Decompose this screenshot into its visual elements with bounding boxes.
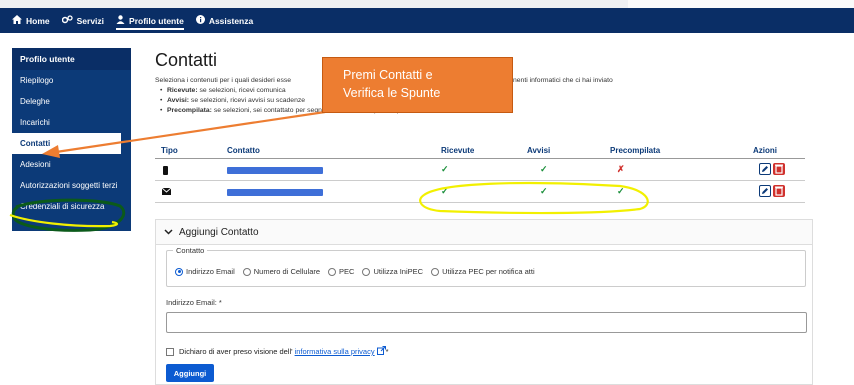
nav-profilo-utente[interactable]: Profilo utente [116, 8, 184, 33]
contact-value-redacted [227, 167, 323, 174]
radio-cellulare[interactable]: Numero di Cellulare [242, 267, 320, 276]
email-field-label: Indirizzo Email: * [166, 298, 222, 307]
pencil-icon [762, 188, 768, 194]
nav-servizi[interactable]: Servizi [61, 8, 105, 33]
mobile-phone-icon [163, 166, 168, 177]
table-row: ✓ ✓ ✓ [155, 181, 805, 203]
precompilata-check[interactable]: ✓ [617, 186, 625, 197]
trash-icon [775, 186, 783, 196]
top-navbar: Home Servizi Profilo utente Assistenza [0, 8, 854, 33]
sidebar-title: Profilo utente [12, 48, 131, 70]
intro-lead: Seleziona i contenuti per i quali deside… [155, 77, 292, 84]
info-icon [195, 15, 205, 26]
nav-assistenza-label: Assistenza [208, 15, 254, 26]
sidebar: Profilo utente Riepilogo Deleghe Incaric… [12, 48, 131, 231]
add-contact-panel: Aggiungi Contatto Contatto Indirizzo Ema… [155, 219, 813, 385]
email-field[interactable] [166, 312, 807, 333]
header-ricevute: Ricevute [441, 146, 475, 155]
nav-assistenza[interactable]: Assistenza [195, 8, 254, 33]
pencil-icon [762, 166, 768, 172]
header-avvisi: Avvisi [527, 146, 551, 155]
avvisi-check[interactable]: ✓ [540, 164, 548, 175]
radio-pec[interactable]: PEC [328, 267, 354, 276]
header-contatto: Contatto [227, 146, 260, 155]
nav-profilo-label: Profilo utente [129, 15, 184, 26]
table-header: Tipo Contatto Ricevute Avvisi Precompila… [155, 143, 805, 159]
privacy-text: Dichiaro di aver preso visione dell' [179, 347, 293, 356]
contact-type-radios: Indirizzo Email Numero di Cellulare PEC … [175, 267, 543, 276]
chevron-down-icon [164, 227, 173, 237]
radio-icon [362, 267, 371, 276]
services-icon [61, 15, 73, 26]
contact-type-legend: Contatto [173, 246, 208, 255]
radio-email[interactable]: Indirizzo Email [175, 267, 235, 276]
radio-icon [431, 267, 440, 276]
nav-home[interactable]: Home [12, 8, 50, 33]
envelope-icon [161, 187, 172, 197]
home-icon [12, 15, 22, 26]
header-tipo: Tipo [161, 146, 178, 155]
add-contact-title: Aggiungi Contatto [179, 226, 259, 238]
sidebar-item-adesioni[interactable]: Adesioni [12, 154, 131, 175]
sidebar-item-contatti[interactable]: Contatti [12, 133, 121, 154]
edit-button[interactable] [759, 185, 771, 197]
browser-top-strip [0, 0, 854, 8]
user-icon [116, 15, 125, 26]
radio-pec-notifica[interactable]: Utilizza PEC per notifica atti [431, 267, 535, 276]
contact-value-redacted [227, 189, 323, 196]
sidebar-item-credenziali[interactable]: Credenziali di sicurezza [12, 196, 131, 217]
avvisi-check[interactable]: ✓ [540, 186, 548, 197]
radio-inipec[interactable]: Utilizza IniPEC [362, 267, 423, 276]
sidebar-item-autorizzazioni[interactable]: Autorizzazioni soggetti terzi [12, 175, 131, 196]
delete-button[interactable] [773, 163, 785, 175]
delete-button[interactable] [773, 185, 785, 197]
ricevute-check[interactable]: ✓ [441, 186, 449, 197]
external-link-icon[interactable] [376, 346, 386, 357]
sidebar-item-incarichi[interactable]: Incarichi [12, 112, 131, 133]
callout-note: Premi Contatti e Verifica le Spunte [322, 57, 513, 113]
row-actions [759, 185, 787, 197]
precompilata-cross[interactable]: ✗ [617, 164, 625, 175]
aggiungi-button[interactable]: Aggiungi [166, 364, 214, 382]
trash-icon [775, 164, 783, 174]
add-contact-header[interactable]: Aggiungi Contatto [156, 220, 812, 245]
nav-servizi-label: Servizi [76, 15, 105, 26]
radio-icon [242, 267, 251, 276]
contact-type-fieldset: Contatto Indirizzo Email Numero di Cellu… [166, 246, 806, 287]
callout-line2: Verifica le Spunte [343, 86, 441, 100]
intro-tail: nenti informatici che ci hai inviato [513, 77, 613, 84]
table-row: ✓ ✓ ✗ [155, 159, 805, 181]
sidebar-item-riepilogo[interactable]: Riepilogo [12, 70, 131, 91]
header-precompilata: Precompilata [610, 146, 661, 155]
edit-button[interactable] [759, 163, 771, 175]
row-actions [759, 163, 787, 175]
privacy-checkbox[interactable] [166, 347, 174, 356]
privacy-consent: Dichiaro di aver preso visione dell' inf… [166, 346, 389, 357]
radio-icon [328, 267, 337, 276]
contacts-table: Tipo Contatto Ricevute Avvisi Precompila… [155, 143, 805, 203]
ricevute-check[interactable]: ✓ [441, 164, 449, 175]
sidebar-item-deleghe[interactable]: Deleghe [12, 91, 131, 112]
header-azioni: Azioni [753, 146, 777, 155]
privacy-required-mark: * [385, 347, 389, 356]
privacy-link[interactable]: informativa sulla privacy [295, 347, 375, 356]
radio-selected-icon [175, 267, 183, 276]
callout-line1: Premi Contatti e [343, 68, 433, 82]
nav-home-label: Home [26, 15, 50, 26]
